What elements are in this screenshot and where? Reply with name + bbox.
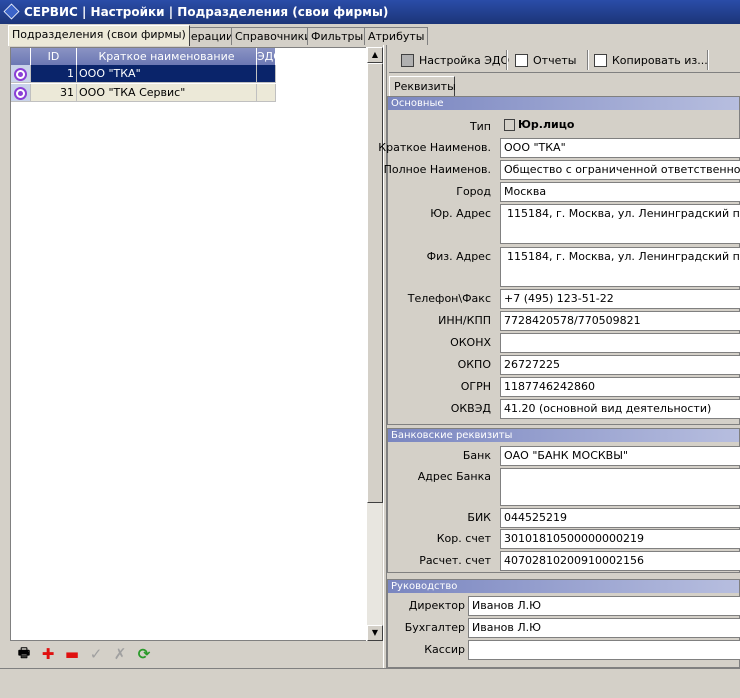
scroll-up-icon[interactable]: ▲: [367, 47, 383, 63]
ogrn-label: ОГРН: [460, 380, 491, 393]
ogrn-field[interactable]: 1187746242860: [500, 377, 740, 397]
director-label: Директор: [408, 599, 465, 612]
scroll-thumb[interactable]: [367, 63, 383, 503]
row-name: ООО "ТКА": [77, 65, 257, 83]
grid-toolbar: 🖶 ✚ ▬ ✓ ✗ ⟳: [10, 644, 170, 666]
accountant-label: Бухгалтер: [404, 621, 465, 634]
bank-field[interactable]: ОАО "БАНК МОСКВЫ": [500, 446, 740, 466]
physical-address-field[interactable]: 115184, г. Москва, ул. Ленинградский пр-…: [500, 247, 740, 287]
settings-icon: [401, 54, 414, 67]
okonh-field[interactable]: [500, 333, 740, 353]
corr-account-label: Кор. счет: [436, 532, 491, 545]
row-name: ООО "ТКА Сервис": [77, 84, 257, 102]
edo-settings-button[interactable]: Настройка ЭДО: [397, 50, 509, 71]
check-icon[interactable]: ✓: [86, 644, 106, 664]
city-label: Город: [456, 185, 491, 198]
row-edo: [257, 84, 276, 102]
grid-scrollbar[interactable]: ▲ ▼: [366, 47, 383, 641]
okpo-label: ОКПО: [457, 358, 491, 371]
reports-label: Отчеты: [533, 54, 577, 67]
basic-section: Основные Тип Юр.лицо Краткое Наименов. О…: [378, 96, 740, 425]
table-row[interactable]: 1 ООО "ТКА": [11, 65, 276, 83]
short-name-field[interactable]: ООО "ТКА": [500, 138, 740, 158]
copy-from-button[interactable]: Копировать из...: [590, 50, 708, 71]
tab-attributes[interactable]: Атрибуты: [364, 27, 429, 45]
bank-section: Банковские реквизиты Банк ОАО "БАНК МОСК…: [387, 428, 740, 573]
print-icon[interactable]: 🖶: [14, 644, 34, 664]
row-edo: [257, 65, 276, 83]
division-icon: [14, 87, 27, 100]
tab-filters[interactable]: Фильтры: [307, 27, 368, 45]
edo-settings-label: Настройка ЭДО: [419, 54, 510, 67]
window-titlebar: СЕРВИС | Настройки | Подразделения (свои…: [0, 0, 740, 24]
main-tabs: Подразделения (свои фирмы) Операции Спра…: [0, 25, 740, 46]
type-label: Тип: [469, 120, 491, 133]
section-header: Основные: [388, 97, 739, 110]
minus-icon[interactable]: ▬: [62, 644, 82, 664]
management-section: Руководство Директор Иванов Л.Ю Бухгалте…: [387, 579, 740, 668]
copy-from-label: Копировать из...: [612, 54, 708, 67]
bik-field[interactable]: 044525219: [500, 508, 740, 528]
toolbar-separator: [506, 50, 508, 70]
toolbar-separator: [587, 50, 589, 70]
row-icon-cell: [11, 65, 31, 83]
document-icon: [504, 119, 515, 131]
x-icon[interactable]: ✗: [110, 644, 130, 664]
account-label: Расчет. счет: [419, 554, 491, 567]
status-area: [0, 668, 740, 698]
cashier-label: Кассир: [424, 643, 465, 656]
scroll-down-icon[interactable]: ▼: [367, 625, 383, 641]
phone-field[interactable]: +7 (495) 123-51-22: [500, 289, 740, 309]
legal-address-field[interactable]: 115184, г. Москва, ул. Ленинградский пр-…: [500, 204, 740, 244]
phone-label: Телефон\Факс: [407, 292, 491, 305]
row-icon-cell: [11, 84, 31, 102]
okved-label: ОКВЭД: [450, 402, 491, 415]
row-id: 31: [31, 84, 77, 102]
okpo-field[interactable]: 26727225: [500, 355, 740, 375]
reports-button[interactable]: Отчеты: [511, 50, 576, 71]
detail-toolbar: Настройка ЭДО Отчеты Копировать из...: [389, 47, 740, 73]
type-text: Юр.лицо: [518, 118, 575, 131]
bik-label: БИК: [467, 511, 491, 524]
physical-address-label: Физ. Адрес: [426, 250, 491, 263]
plus-icon[interactable]: ✚: [38, 644, 58, 664]
toolbar-separator: [707, 50, 709, 70]
row-id: 1: [31, 65, 77, 83]
divisions-grid[interactable]: ID Краткое наименование ЭДО 1 ООО "ТКА" …: [10, 47, 376, 641]
bank-label: Банк: [462, 449, 491, 462]
tab-requisites[interactable]: Реквизиты: [389, 76, 456, 97]
copy-icon: [594, 54, 607, 67]
refresh-icon[interactable]: ⟳: [134, 644, 154, 664]
grid-header-id[interactable]: ID: [31, 48, 77, 65]
full-name-field[interactable]: Общество с ограниченной ответственностью: [500, 160, 740, 180]
bank-address-label: Адрес Банка: [417, 470, 491, 483]
director-field[interactable]: Иванов Л.Ю: [468, 596, 740, 616]
type-value[interactable]: Юр.лицо: [504, 118, 574, 131]
window-title: СЕРВИС | Настройки | Подразделения (свои…: [24, 5, 389, 19]
okonh-label: ОКОНХ: [450, 336, 491, 349]
bank-address-field[interactable]: [500, 468, 740, 506]
full-name-label: Полное Наименов.: [383, 163, 491, 176]
section-header: Руководство: [388, 580, 739, 593]
grid-header-edo[interactable]: ЭДО: [257, 48, 282, 65]
corr-account-field[interactable]: 30101810500000000219: [500, 529, 740, 549]
okved-field[interactable]: 41.20 (основной вид деятельности): [500, 399, 740, 419]
cashier-field[interactable]: [468, 640, 740, 660]
accountant-field[interactable]: Иванов Л.Ю: [468, 618, 740, 638]
report-icon: [515, 54, 528, 67]
tab-divisions[interactable]: Подразделения (свои фирмы): [8, 25, 190, 46]
inn-label: ИНН/КПП: [438, 314, 491, 327]
division-icon: [14, 68, 27, 81]
grid-header-name[interactable]: Краткое наименование: [77, 48, 257, 65]
legal-address-label: Юр. Адрес: [430, 207, 491, 220]
section-header: Банковские реквизиты: [388, 429, 739, 442]
city-field[interactable]: Москва: [500, 182, 740, 202]
grid-header-icon: [11, 48, 31, 65]
inn-field[interactable]: 7728420578/770509821: [500, 311, 740, 331]
account-field[interactable]: 40702810200910002156: [500, 551, 740, 571]
table-row[interactable]: 31 ООО "ТКА Сервис": [11, 84, 276, 102]
short-name-label: Краткое Наименов.: [378, 141, 491, 154]
tab-directories[interactable]: Справочники: [231, 27, 316, 45]
